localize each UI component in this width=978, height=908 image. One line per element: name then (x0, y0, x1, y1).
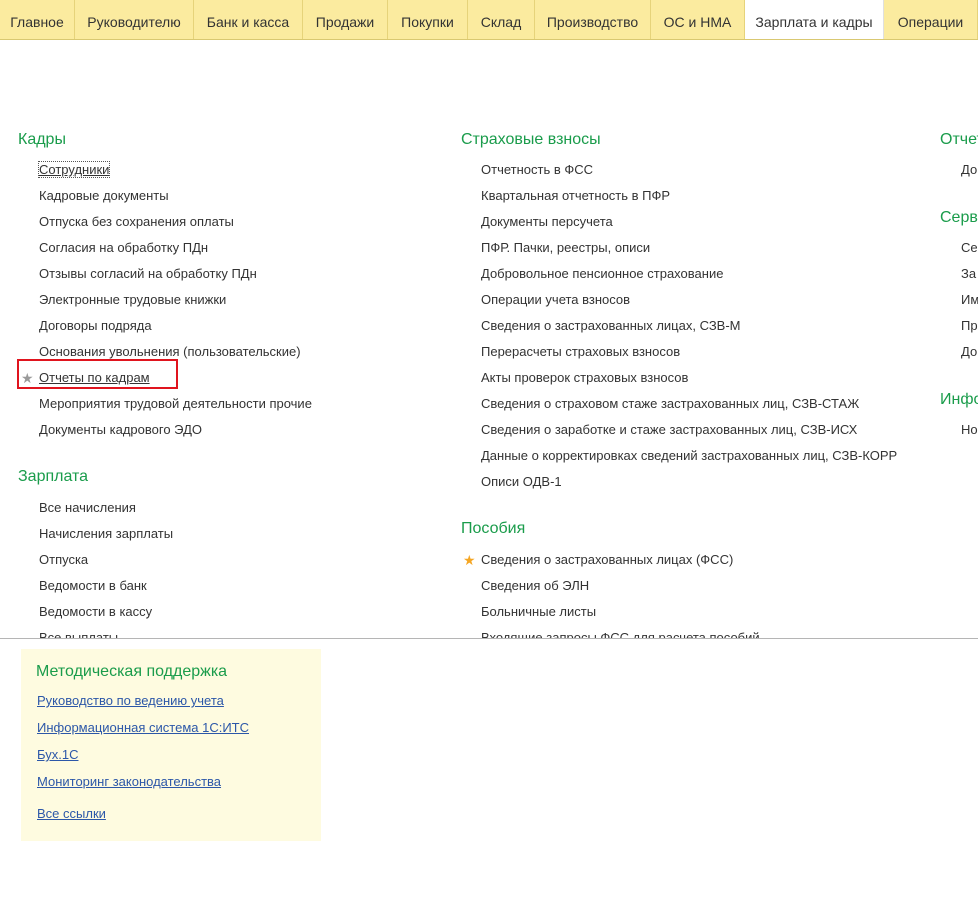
tab-salary-hr[interactable]: Зарплата и кадры (745, 0, 884, 39)
link-fss-requests[interactable]: Входящие запросы ФСС для расчета пособий (481, 630, 760, 638)
group-title-hr: Кадры (18, 131, 66, 148)
link-all-payments[interactable]: Все выплаты (39, 630, 118, 638)
tab-manager[interactable]: Руководителю (75, 0, 194, 39)
link-vacations[interactable]: Отпуска (39, 552, 88, 568)
link-legislation-monitoring[interactable]: Мониторинг законодательства (37, 774, 221, 789)
link-cash-statements[interactable]: Ведомости в кассу (39, 604, 152, 620)
link-voluntary-pension[interactable]: Добровольное пенсионное страхование (481, 266, 723, 282)
link-unpaid-leave[interactable]: Отпуска без сохранения оплаты (39, 214, 234, 230)
link-pfr-packs[interactable]: ПФР. Пачки, реестры, описи (481, 240, 650, 256)
link-szv-stazh[interactable]: Сведения о страховом стаже застрахованны… (481, 396, 859, 412)
tab-fixed-assets[interactable]: ОС и НМА (651, 0, 745, 39)
section-panel: Главное Руководителю Банк и касса Продаж… (0, 0, 978, 40)
link-buh-1c[interactable]: Бух.1С (37, 747, 78, 762)
group-title-service: Серв (940, 209, 978, 226)
link-right-2[interactable]: Се (961, 240, 978, 256)
link-employees[interactable]: Сотрудники (37, 161, 111, 178)
link-bank-statements[interactable]: Ведомости в банк (39, 578, 147, 594)
link-hr-edo-documents[interactable]: Документы кадрового ЭДО (39, 422, 202, 438)
highlight-frame (17, 359, 178, 389)
link-pfr-quarterly[interactable]: Квартальная отчетность в ПФР (481, 188, 670, 204)
content-divider (0, 638, 978, 639)
link-right-6[interactable]: До (961, 344, 977, 360)
link-right-3[interactable]: За (961, 266, 976, 282)
link-all-links[interactable]: Все ссылки (37, 806, 106, 821)
link-szv-korr[interactable]: Данные о корректировках сведений застрах… (481, 448, 897, 464)
link-szv-isx[interactable]: Сведения о заработке и стаже застрахован… (481, 422, 857, 438)
group-title-reports: Отчет (940, 131, 978, 148)
group-title-info: Инфо (940, 391, 978, 408)
link-fss-insured[interactable]: Сведения о застрахованных лицах (ФСС) (481, 552, 733, 568)
link-eln[interactable]: Сведения об ЭЛН (481, 578, 589, 594)
link-contribution-operations[interactable]: Операции учета взносов (481, 292, 630, 308)
link-pd-consents[interactable]: Согласия на обработку ПДн (39, 240, 208, 256)
group-title-insurance: Страховые взносы (461, 131, 601, 148)
link-inspection-acts[interactable]: Акты проверок страховых взносов (481, 370, 688, 386)
methodical-support-panel: Методическая поддержка Руководство по ве… (21, 649, 321, 841)
tab-sales[interactable]: Продажи (303, 0, 388, 39)
tab-operations[interactable]: Операции (884, 0, 978, 39)
link-right-7[interactable]: Но (961, 422, 978, 438)
favorite-star-icon[interactable]: ★ (463, 552, 476, 568)
link-sick-leaves[interactable]: Больничные листы (481, 604, 596, 620)
link-fss-reporting[interactable]: Отчетность в ФСС (481, 162, 593, 178)
tab-production[interactable]: Производство (535, 0, 651, 39)
group-title-salary: Зарплата (18, 468, 89, 485)
link-odv-1[interactable]: Описи ОДВ-1 (481, 474, 562, 490)
link-contracts[interactable]: Договоры подряда (39, 318, 152, 334)
link-pd-consent-revocations[interactable]: Отзывы согласий на обработку ПДн (39, 266, 257, 282)
link-labor-activities[interactable]: Мероприятия трудовой деятельности прочие (39, 396, 312, 412)
link-electronic-workbooks[interactable]: Электронные трудовые книжки (39, 292, 226, 308)
link-hr-documents[interactable]: Кадровые документы (39, 188, 169, 204)
link-employees-label: Сотрудники (37, 161, 111, 178)
link-right-5[interactable]: Пр (961, 318, 978, 334)
tab-purchases[interactable]: Покупки (388, 0, 468, 39)
link-its-system[interactable]: Информационная система 1С:ИТС (37, 720, 249, 735)
section-content: Кадры Сотрудники Кадровые документы Отпу… (0, 41, 978, 638)
tab-bank-cash[interactable]: Банк и касса (194, 0, 303, 39)
link-personal-records[interactable]: Документы персучета (481, 214, 613, 230)
link-right-1[interactable]: До (961, 162, 977, 178)
tab-warehouse[interactable]: Склад (468, 0, 535, 39)
link-all-accruals[interactable]: Все начисления (39, 500, 136, 516)
support-title: Методическая поддержка (36, 663, 228, 680)
link-salary-accruals[interactable]: Начисления зарплаты (39, 526, 173, 542)
link-dismissal-reasons[interactable]: Основания увольнения (пользовательские) (39, 344, 301, 360)
link-recalculations[interactable]: Перерасчеты страховых взносов (481, 344, 680, 360)
link-accounting-guide[interactable]: Руководство по ведению учета (37, 693, 224, 708)
link-szv-m[interactable]: Сведения о застрахованных лицах, СЗВ-М (481, 318, 741, 334)
tab-main[interactable]: Главное (0, 0, 75, 39)
group-title-benefits: Пособия (461, 520, 526, 537)
link-right-4[interactable]: Им (961, 292, 978, 308)
